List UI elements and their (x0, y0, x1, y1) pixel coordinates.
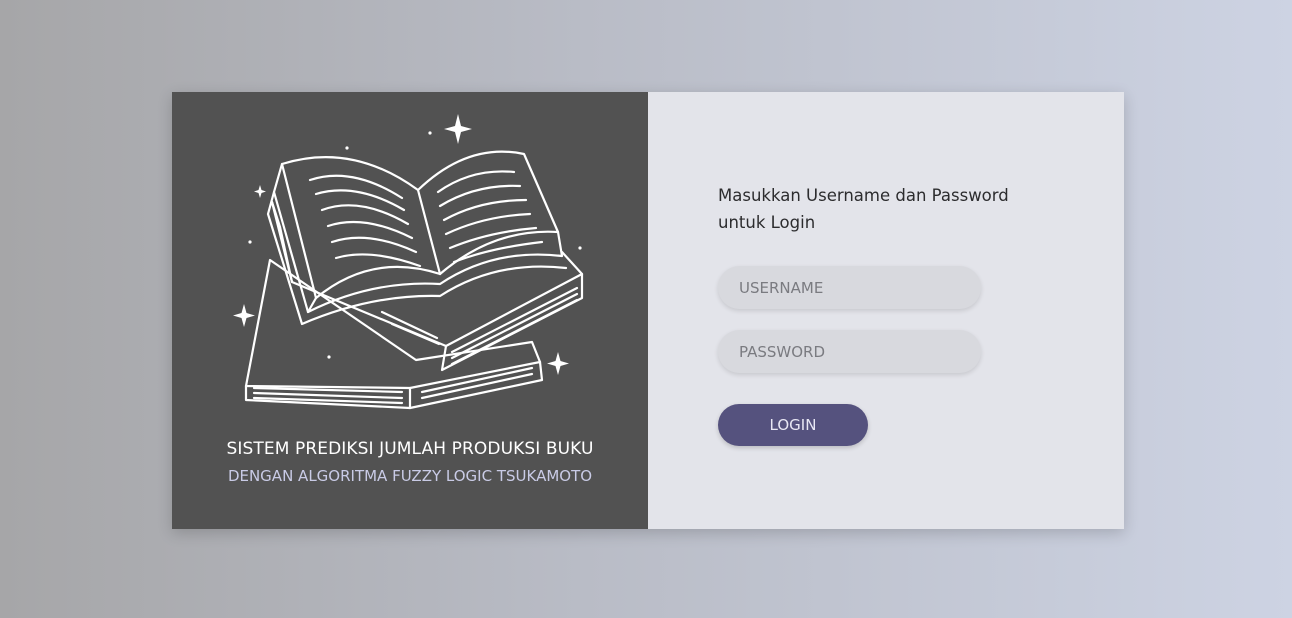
app-title: SISTEM PREDIKSI JUMLAH PRODUKSI BUKU (226, 439, 594, 459)
app-subtitle: DENGAN ALGORITMA FUZZY LOGIC TSUKAMOTO (227, 467, 593, 485)
username-input[interactable] (718, 266, 981, 309)
open-books-stack-icon (233, 114, 584, 410)
password-input[interactable] (718, 330, 981, 373)
login-instruction: Masukkan Username dan Password untuk Log… (718, 186, 1009, 232)
branding-panel: SISTEM PREDIKSI JUMLAH PRODUKSI BUKU DEN… (172, 92, 648, 529)
login-panel: Masukkan Username dan Password untuk Log… (648, 92, 1124, 529)
login-button[interactable]: LOGIN (718, 404, 868, 446)
login-card: SISTEM PREDIKSI JUMLAH PRODUKSI BUKU DEN… (172, 92, 1124, 529)
